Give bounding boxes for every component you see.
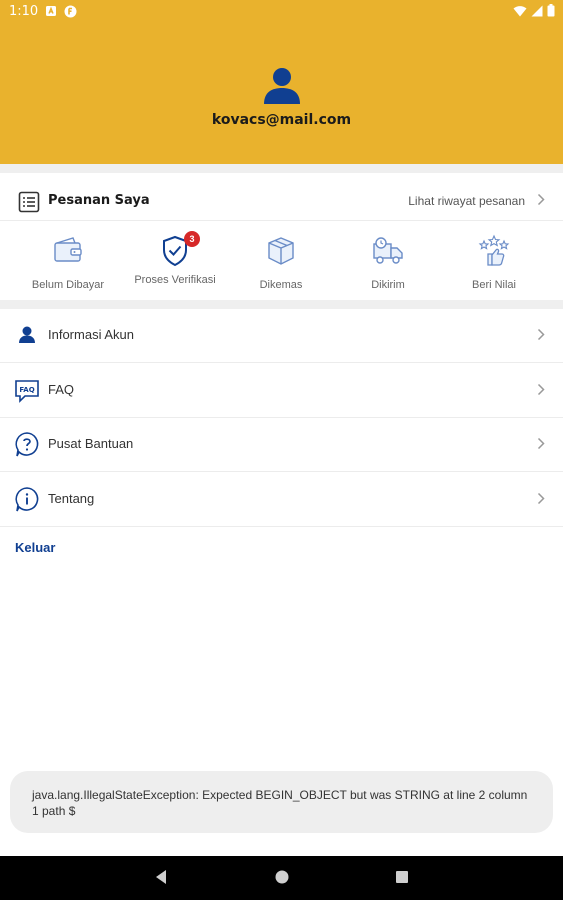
menu-about-label: Tentang	[48, 491, 95, 506]
chevron-right-icon	[537, 492, 545, 505]
notification-app-icon-2	[64, 5, 77, 18]
menu-help-center-label: Pusat Bantuan	[48, 436, 134, 451]
status-packed[interactable]: Dikemas	[225, 234, 337, 291]
rating-stars-icon	[478, 234, 510, 266]
wifi-icon	[513, 5, 527, 16]
wallet-icon	[54, 237, 82, 262]
nav-home-icon[interactable]	[274, 869, 290, 885]
menu-faq[interactable]: FAQ FAQ	[0, 364, 563, 418]
order-status-row: Belum Dibayar 3 Proses Verifikasi Dikema…	[0, 228, 563, 298]
status-packed-label: Dikemas	[259, 279, 303, 291]
menu-faq-label: FAQ	[48, 382, 75, 397]
status-rate[interactable]: Beri Nilai	[438, 234, 550, 291]
status-rate-label: Beri Nilai	[471, 279, 516, 291]
error-toast-message: java.lang.IllegalStateException: Expecte…	[32, 788, 528, 818]
status-verification-label: Proses Verifikasi	[134, 274, 216, 286]
my-orders-header[interactable]: Pesanan Saya Lihat riwayat pesanan	[0, 173, 563, 221]
section-divider	[0, 164, 563, 173]
box-icon	[268, 237, 294, 265]
nav-back-icon[interactable]	[154, 869, 168, 885]
menu-account-info-label: Informasi Akun	[48, 327, 134, 342]
menu-about[interactable]: Tentang	[0, 473, 563, 527]
status-bar: 1:10	[0, 0, 563, 24]
order-history-link[interactable]: Lihat riwayat pesanan	[408, 194, 525, 208]
chevron-right-icon	[537, 193, 545, 206]
info-icon	[15, 487, 39, 512]
verification-count-badge: 3	[184, 231, 200, 247]
section-divider	[0, 300, 563, 309]
battery-icon	[547, 4, 555, 17]
help-icon	[15, 432, 39, 457]
profile-header: kovacs@mail.com	[0, 24, 563, 164]
order-list-icon	[18, 191, 40, 213]
error-toast: java.lang.IllegalStateException: Expecte…	[10, 771, 553, 833]
user-icon	[19, 326, 35, 343]
notification-app-icon	[46, 6, 56, 16]
avatar-user-icon[interactable]	[262, 66, 302, 106]
nav-recents-icon[interactable]	[395, 869, 409, 885]
status-verification[interactable]: 3 Proses Verifikasi	[119, 231, 231, 286]
status-unpaid-label: Belum Dibayar	[31, 279, 105, 291]
delivery-truck-icon	[373, 237, 403, 264]
status-unpaid[interactable]: Belum Dibayar	[12, 234, 124, 291]
profile-email: kovacs@mail.com	[211, 112, 352, 128]
status-time: 1:10	[9, 4, 39, 19]
menu-help-center[interactable]: Pusat Bantuan	[0, 418, 563, 472]
system-nav-bar	[0, 856, 563, 900]
faq-icon: FAQ	[15, 380, 39, 403]
logout-button[interactable]: Keluar	[15, 540, 55, 555]
status-shipped-label: Dikirim	[371, 279, 405, 291]
chevron-right-icon	[537, 383, 545, 396]
menu-account-info[interactable]: Informasi Akun	[0, 309, 563, 363]
chevron-right-icon	[537, 437, 545, 450]
status-shipped[interactable]: Dikirim	[332, 234, 444, 291]
svg-text:FAQ: FAQ	[19, 386, 34, 394]
signal-icon	[531, 5, 543, 16]
chevron-right-icon	[537, 328, 545, 341]
my-orders-title: Pesanan Saya	[48, 193, 150, 208]
